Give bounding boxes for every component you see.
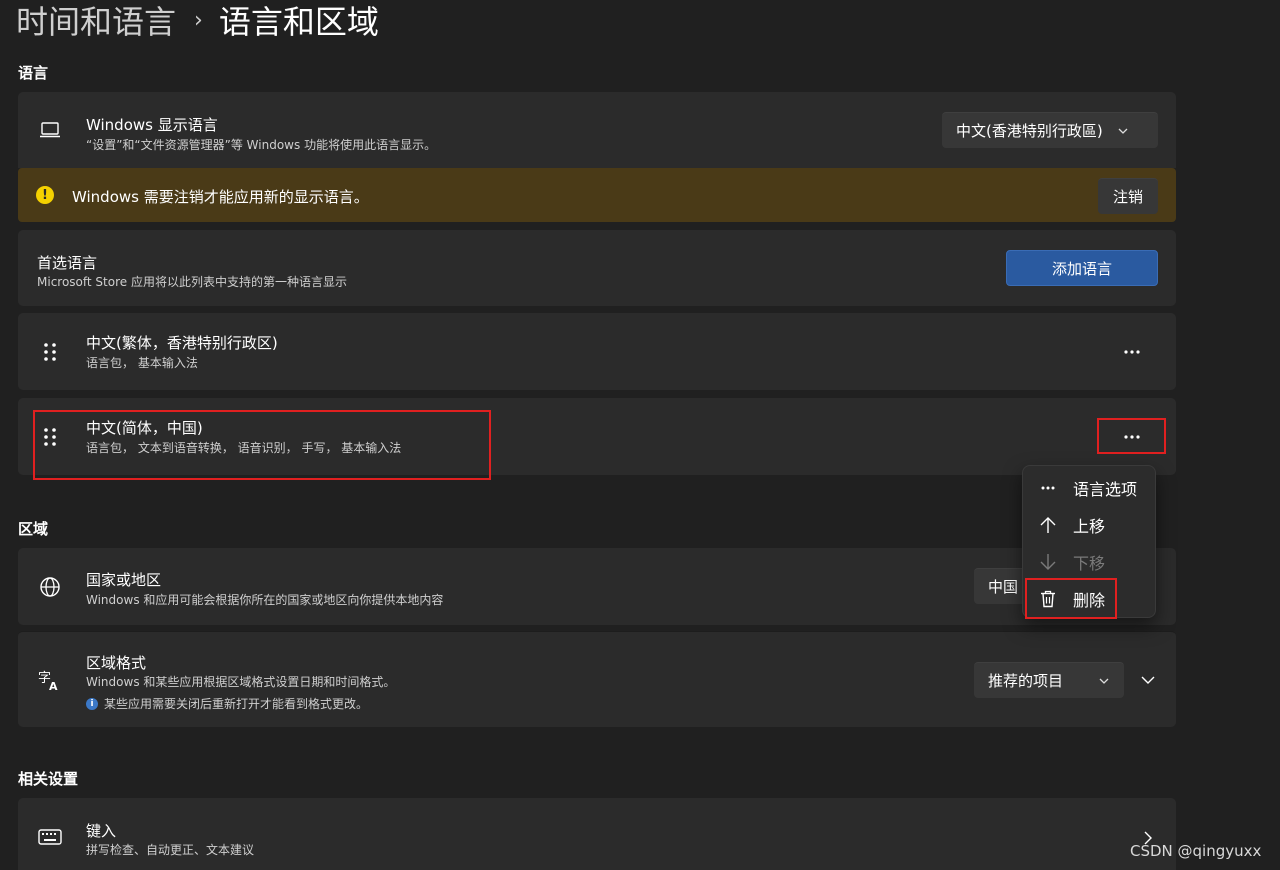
arrow-up-icon (1023, 516, 1073, 534)
section-title-related: 相关设置 (18, 770, 79, 788)
regional-format-note-text: 某些应用需要关闭后重新打开才能看到格式更改。 (104, 697, 369, 711)
menu-item-move-up[interactable]: 上移 (1023, 507, 1155, 543)
highlight-language-item (33, 410, 491, 480)
signout-button[interactable]: 注销 (1098, 178, 1158, 214)
language-format-icon: 字A (36, 666, 64, 694)
language-item-zh-hk[interactable]: 中文(繁体，香港特别行政区) 语言包， 基本输入法 (18, 313, 1176, 390)
regional-format-dropdown[interactable]: 推荐的项目 (974, 662, 1124, 698)
laptop-icon (36, 116, 64, 144)
breadcrumb-separator: › (194, 7, 203, 33)
typing-card[interactable]: 键入 拼写检查、自动更正、文本建议 (18, 798, 1176, 870)
breadcrumb: 时间和语言 › 语言和区域 (16, 0, 379, 43)
signout-warning-bar: ! Windows 需要注销才能应用新的显示语言。 注销 (18, 168, 1176, 222)
page-title: 语言和区域 (218, 3, 379, 41)
preferred-languages-title: 首选语言 (37, 254, 98, 272)
country-region-value: 中国 (988, 578, 1019, 596)
typing-title: 键入 (86, 822, 117, 840)
regional-format-title: 区域格式 (86, 654, 147, 672)
preferred-languages-card: 首选语言 Microsoft Store 应用将以此列表中支持的第一种语言显示 … (18, 230, 1176, 306)
regional-format-note: i 某些应用需要关闭后重新打开才能看到格式更改。 (86, 695, 368, 712)
regional-format-value: 推荐的项目 (988, 672, 1064, 690)
menu-item-label: 语言选项 (1073, 480, 1138, 499)
signout-warning-text: Windows 需要注销才能应用新的显示语言。 (72, 188, 369, 206)
watermark-text: CSDN @qingyuxx (1130, 842, 1262, 860)
preferred-languages-subtitle: Microsoft Store 应用将以此列表中支持的第一种语言显示 (37, 275, 347, 289)
drag-handle-icon[interactable] (36, 338, 64, 366)
more-options-button[interactable] (1114, 336, 1150, 368)
display-language-title: Windows 显示语言 (86, 116, 218, 134)
typing-subtitle: 拼写检查、自动更正、文本建议 (86, 843, 255, 857)
section-title-language: 语言 (18, 64, 49, 82)
keyboard-icon (36, 823, 64, 851)
globe-icon (36, 573, 64, 601)
regional-format-card[interactable]: 字A 区域格式 Windows 和某些应用根据区域格式设置日期和时间格式。 i … (18, 631, 1176, 727)
menu-item-label: 上移 (1073, 517, 1106, 536)
country-region-card: 国家或地区 Windows 和应用可能会根据你所在的国家或地区向你提供本地内容 … (18, 548, 1176, 625)
highlight-more-button (1097, 418, 1166, 454)
chevron-down-icon (1098, 675, 1110, 687)
warning-icon: ! (36, 186, 54, 204)
display-language-value: 中文(香港特别行政區) (956, 122, 1103, 140)
language-item-subtitle: 语言包， 基本输入法 (86, 356, 198, 370)
more-icon (1023, 486, 1073, 490)
svg-text:A: A (49, 680, 58, 691)
language-item-title: 中文(繁体，香港特别行政区) (86, 334, 278, 352)
breadcrumb-parent[interactable]: 时间和语言 (16, 0, 176, 43)
chevron-down-icon (1117, 125, 1129, 137)
arrow-down-icon (1023, 553, 1073, 571)
section-title-region: 区域 (18, 520, 49, 538)
menu-item-language-options[interactable]: 语言选项 (1023, 470, 1155, 506)
country-region-title: 国家或地区 (86, 571, 162, 589)
menu-item-label: 下移 (1073, 554, 1106, 573)
regional-format-subtitle: Windows 和某些应用根据区域格式设置日期和时间格式。 (86, 675, 396, 689)
info-icon: i (86, 697, 98, 710)
display-language-dropdown[interactable]: 中文(香港特别行政區) (942, 112, 1158, 148)
expand-chevron-icon[interactable] (1134, 666, 1162, 694)
country-region-subtitle: Windows 和应用可能会根据你所在的国家或地区向你提供本地内容 (86, 593, 444, 607)
highlight-remove-item (1025, 578, 1117, 619)
add-language-button[interactable]: 添加语言 (1006, 250, 1158, 286)
display-language-card: Windows 显示语言 “设置”和“文件资源管理器”等 Windows 功能将… (18, 92, 1176, 168)
menu-item-move-down: 下移 (1023, 544, 1155, 580)
display-language-subtitle: “设置”和“文件资源管理器”等 Windows 功能将使用此语言显示。 (86, 138, 437, 152)
